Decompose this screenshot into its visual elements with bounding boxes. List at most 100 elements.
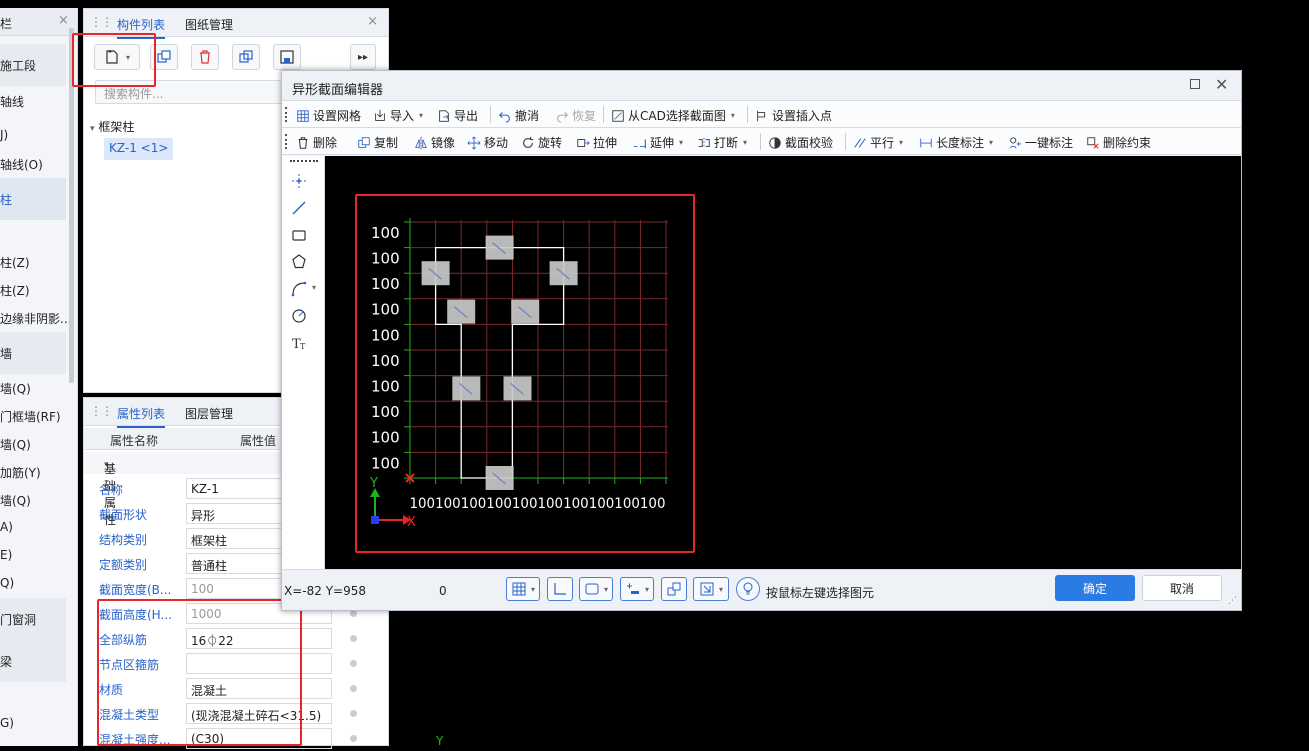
toolbar-button-insert-point[interactable]: 设置插入点 — [755, 107, 832, 124]
toolbar-button-redo[interactable]: 恢复 — [555, 107, 596, 124]
layer-order-button[interactable] — [661, 577, 687, 601]
nav-group-stage[interactable]: 施工段 — [0, 44, 66, 86]
property-row[interactable]: 材质 混凝土 — [84, 676, 388, 701]
property-value-field[interactable]: 混凝土 — [186, 678, 332, 699]
tab-property-list[interactable]: 属性列表 — [117, 405, 166, 428]
nav-group-column[interactable]: 柱 — [0, 178, 66, 220]
edit-button-extend[interactable]: 延伸 ▾ — [633, 134, 683, 151]
nav-group-opening[interactable]: 门窗洞 — [0, 598, 66, 640]
nav-item[interactable]: 加筋(Y) — [0, 464, 41, 481]
chevron-down-icon[interactable]: ▾ — [679, 138, 683, 147]
edit-button-break[interactable]: 打断 ▾ — [697, 134, 747, 151]
ok-button[interactable]: 确定 — [1055, 575, 1135, 601]
dimension-snap-button[interactable]: ▾ — [620, 577, 654, 601]
property-attach-indicator[interactable] — [350, 685, 357, 692]
property-attach-indicator[interactable] — [350, 710, 357, 717]
toolbar-button-export[interactable]: 导出 — [437, 107, 478, 124]
chevron-down-icon[interactable]: ▾ — [743, 138, 747, 147]
edit-button-remove-constraint[interactable]: 删除约束 — [1086, 134, 1151, 151]
nav-item[interactable]: E) — [0, 548, 12, 562]
text-icon[interactable]: TT — [290, 334, 308, 352]
save-layer-button[interactable] — [273, 44, 301, 70]
property-attach-indicator[interactable] — [350, 660, 357, 667]
tab-drawing-management[interactable]: 图纸管理 — [185, 16, 233, 33]
close-icon[interactable]: × — [367, 14, 378, 29]
tab-component-list[interactable]: 构件列表 — [117, 16, 166, 39]
polygon-icon[interactable] — [290, 253, 308, 271]
tree-node-kz1[interactable]: KZ-1 <1> — [104, 138, 174, 160]
nav-item[interactable]: 轴线 — [0, 93, 24, 110]
property-row[interactable]: 混凝土类型 (现浇混凝土碎石<31.5) — [84, 701, 388, 726]
new-component-button[interactable]: ▾ — [94, 44, 140, 70]
point-icon[interactable] — [290, 172, 308, 190]
toolbar-button-cad-select[interactable]: 从CAD选择截面图 ▾ — [611, 107, 735, 124]
line-icon[interactable] — [290, 199, 308, 217]
nav-item[interactable]: G) — [0, 716, 14, 730]
property-attach-indicator[interactable] — [350, 635, 357, 642]
delete-button[interactable] — [191, 44, 219, 70]
circle-icon[interactable] — [290, 307, 308, 325]
tips-button[interactable] — [736, 577, 760, 601]
property-row[interactable]: 混凝土强度... (C30) — [84, 726, 388, 751]
cancel-button[interactable]: 取消 — [1142, 575, 1222, 601]
toolbar-button-import[interactable]: 导入 ▾ — [373, 107, 423, 124]
nav-item[interactable]: Q) — [0, 576, 14, 590]
sidebar-grip[interactable] — [290, 160, 318, 162]
chevron-down-icon[interactable]: ▾ — [731, 111, 735, 120]
toolbar-button-undo[interactable]: 撤消 — [498, 107, 539, 124]
edit-button-check[interactable]: 截面校验 — [768, 134, 833, 151]
edit-button-copy[interactable]: 复制 — [357, 134, 398, 151]
nav-item[interactable]: 柱(Z) — [0, 282, 30, 299]
chevron-down-icon[interactable]: ▾ — [989, 138, 993, 147]
nav-item[interactable]: A) — [0, 520, 13, 534]
resize-grip-icon[interactable]: ⋰ — [1228, 596, 1237, 606]
maximize-icon[interactable] — [1190, 79, 1200, 89]
rectangle-icon[interactable] — [290, 226, 308, 244]
property-value-field[interactable]: (现浇混凝土碎石<31.5) — [186, 703, 332, 724]
edit-button-move[interactable]: 移动 — [467, 134, 508, 151]
nav-item[interactable]: 墙(Q) — [0, 492, 31, 509]
property-attach-indicator[interactable] — [350, 610, 357, 617]
close-icon[interactable]: × — [58, 13, 69, 28]
close-icon[interactable]: ✕ — [1215, 75, 1228, 94]
edit-button-stretch[interactable]: 拉伸 — [576, 134, 617, 151]
property-row[interactable]: 节点区箍筋 — [84, 651, 388, 676]
collapse-icon[interactable]: ▾ — [90, 124, 95, 134]
nav-item[interactable]: J) — [0, 128, 8, 142]
chevron-down-icon[interactable]: ▾ — [312, 283, 316, 292]
tree-node-frame-column[interactable]: ▾ 框架柱 — [90, 118, 134, 135]
property-row[interactable]: 全部纵筋 16⏀22 — [84, 626, 388, 651]
edit-button-delete[interactable]: 删除 — [296, 134, 337, 151]
grid-toggle-button[interactable]: ▾ — [506, 577, 540, 601]
ortho-button[interactable] — [547, 577, 573, 601]
scrollbar[interactable] — [69, 28, 74, 383]
chevron-down-icon[interactable]: ▾ — [899, 138, 903, 147]
dialog-titlebar[interactable]: 异形截面编辑器 ✕ — [282, 71, 1241, 101]
toolbar-button-grid[interactable]: 设置网格 — [296, 107, 361, 124]
grid-drawing[interactable]: 100100100100100100100100100100100 100 100 1… — [325, 156, 1241, 569]
edit-button-parallel[interactable]: 平行 ▾ — [853, 134, 903, 151]
nav-group-wall[interactable]: 墙 — [0, 332, 66, 374]
nav-item[interactable]: 柱(Z) — [0, 254, 30, 271]
drawing-canvas[interactable]: 100 100 100 100 100 100 100 100 100 100 100 100 100 1… — [325, 156, 1241, 569]
drag-handle-icon[interactable]: ⋮⋮ — [90, 404, 113, 418]
arc-icon[interactable] — [290, 280, 308, 298]
property-attach-indicator[interactable] — [350, 735, 357, 742]
nav-group-beam[interactable]: 梁 — [0, 640, 66, 682]
duplicate-button[interactable] — [232, 44, 260, 70]
search-input[interactable]: 搜索构件... — [95, 80, 285, 104]
snap-shape-button[interactable]: ▾ — [579, 577, 613, 601]
toolbar-grip[interactable] — [285, 134, 288, 149]
edit-button-dimension[interactable]: 长度标注 ▾ — [919, 134, 993, 151]
nav-item[interactable]: 轴线(O) — [0, 156, 43, 173]
edit-button-auto-dimension[interactable]: 一键标注 — [1008, 134, 1073, 151]
copy-component-button[interactable] — [150, 44, 178, 70]
nav-item[interactable]: 墙(Q) — [0, 380, 31, 397]
nav-item[interactable]: 边缘非阴影... — [0, 310, 71, 327]
chevron-down-icon[interactable]: ▾ — [419, 111, 423, 120]
drag-handle-icon[interactable]: ⋮⋮ — [90, 15, 113, 29]
toolbar-grip[interactable] — [285, 107, 288, 122]
tab-layer-management[interactable]: 图层管理 — [185, 405, 233, 422]
select-mode-button[interactable]: ▾ — [693, 577, 729, 601]
more-button[interactable]: ▸▸ — [350, 44, 376, 70]
